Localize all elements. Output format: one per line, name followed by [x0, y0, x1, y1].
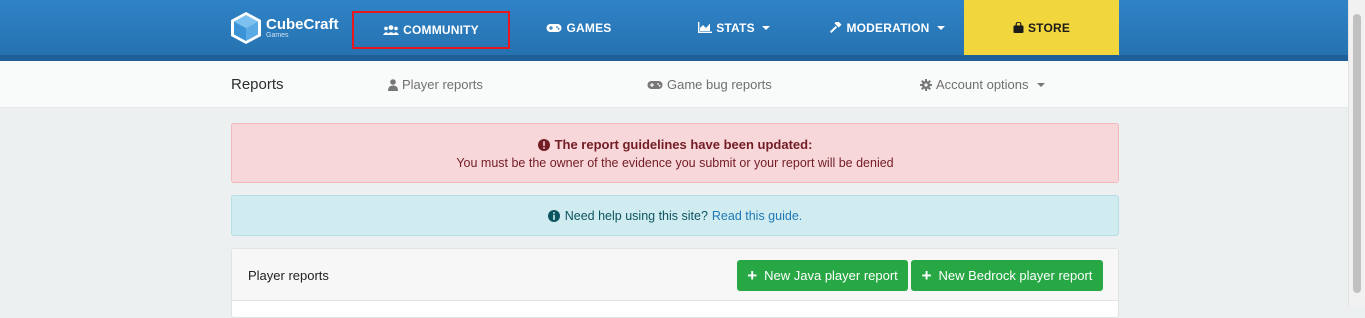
subnav-player-reports-label: Player reports: [402, 77, 483, 92]
chevron-down-icon: [1036, 82, 1045, 87]
new-java-report-label: New Java player report: [764, 268, 898, 283]
page-title: Reports: [231, 76, 284, 93]
new-bedrock-report-label: New Bedrock player report: [938, 268, 1093, 283]
vertical-scrollbar[interactable]: [1348, 0, 1365, 307]
user-icon: [388, 78, 398, 91]
brand-name: CubeCraft: [266, 16, 339, 33]
users-icon: [383, 25, 400, 35]
nav-community[interactable]: COMMUNITY: [352, 11, 510, 49]
nav-moderation[interactable]: MODERATION: [810, 0, 964, 55]
card-title: Player reports: [248, 268, 329, 283]
help-text: Need help using this site?: [564, 208, 708, 223]
alert-title: The report guidelines have been updated:: [554, 137, 813, 152]
subnav-account-options[interactable]: Account options: [920, 77, 1045, 92]
top-navbar: CubeCraft Games COMMUNITY GAMES STATS MO…: [0, 0, 1349, 61]
cubecraft-logo[interactable]: CubeCraft Games: [230, 11, 339, 45]
nav-store-label: STORE: [1027, 20, 1071, 35]
nav-games-label: GAMES: [566, 20, 612, 35]
shopping-bag-icon: [1013, 22, 1024, 33]
gamepad-icon: [546, 23, 562, 32]
brand-subtitle: Games: [266, 32, 289, 39]
nav-community-label: COMMUNITY: [403, 23, 479, 37]
chart-icon: [698, 22, 713, 33]
reports-subnav: Reports Player reports Game bug reports …: [0, 61, 1349, 108]
guide-link[interactable]: Read this guide.: [712, 209, 802, 223]
nav-stats-label: STATS: [716, 20, 755, 35]
gavel-icon: [830, 21, 842, 33]
chevron-down-icon: [761, 25, 770, 30]
subnav-game-bug-reports[interactable]: Game bug reports: [647, 77, 772, 92]
plus-icon: +: [921, 266, 932, 285]
nav-stats[interactable]: STATS: [680, 0, 788, 55]
scrollbar-thumb[interactable]: [1353, 14, 1361, 293]
subnav-account-options-label: Account options: [936, 77, 1029, 92]
help-alert: Need help using this site? Read this gui…: [231, 195, 1119, 236]
subnav-player-reports[interactable]: Player reports: [388, 77, 483, 92]
card-header: Player reports + New Java player report …: [232, 249, 1118, 301]
nav-moderation-label: MODERATION: [846, 20, 930, 35]
player-reports-card: Player reports + New Java player report …: [231, 248, 1119, 318]
new-bedrock-report-button[interactable]: + New Bedrock player report: [911, 260, 1103, 291]
chevron-down-icon: [936, 25, 945, 30]
nav-games[interactable]: GAMES: [520, 0, 638, 55]
new-java-report-button[interactable]: + New Java player report: [737, 260, 908, 291]
gamepad-icon: [647, 80, 663, 89]
nav-store[interactable]: STORE: [964, 0, 1119, 55]
gear-icon: [920, 78, 932, 91]
info-circle-icon: [547, 209, 560, 222]
guidelines-alert: The report guidelines have been updated:…: [231, 123, 1119, 183]
exclamation-circle-icon: [537, 138, 550, 151]
cube-logo-icon: [231, 12, 261, 44]
subnav-game-bug-reports-label: Game bug reports: [667, 77, 772, 92]
alert-body: You must be the owner of the evidence yo…: [456, 156, 894, 170]
plus-icon: +: [747, 266, 758, 285]
